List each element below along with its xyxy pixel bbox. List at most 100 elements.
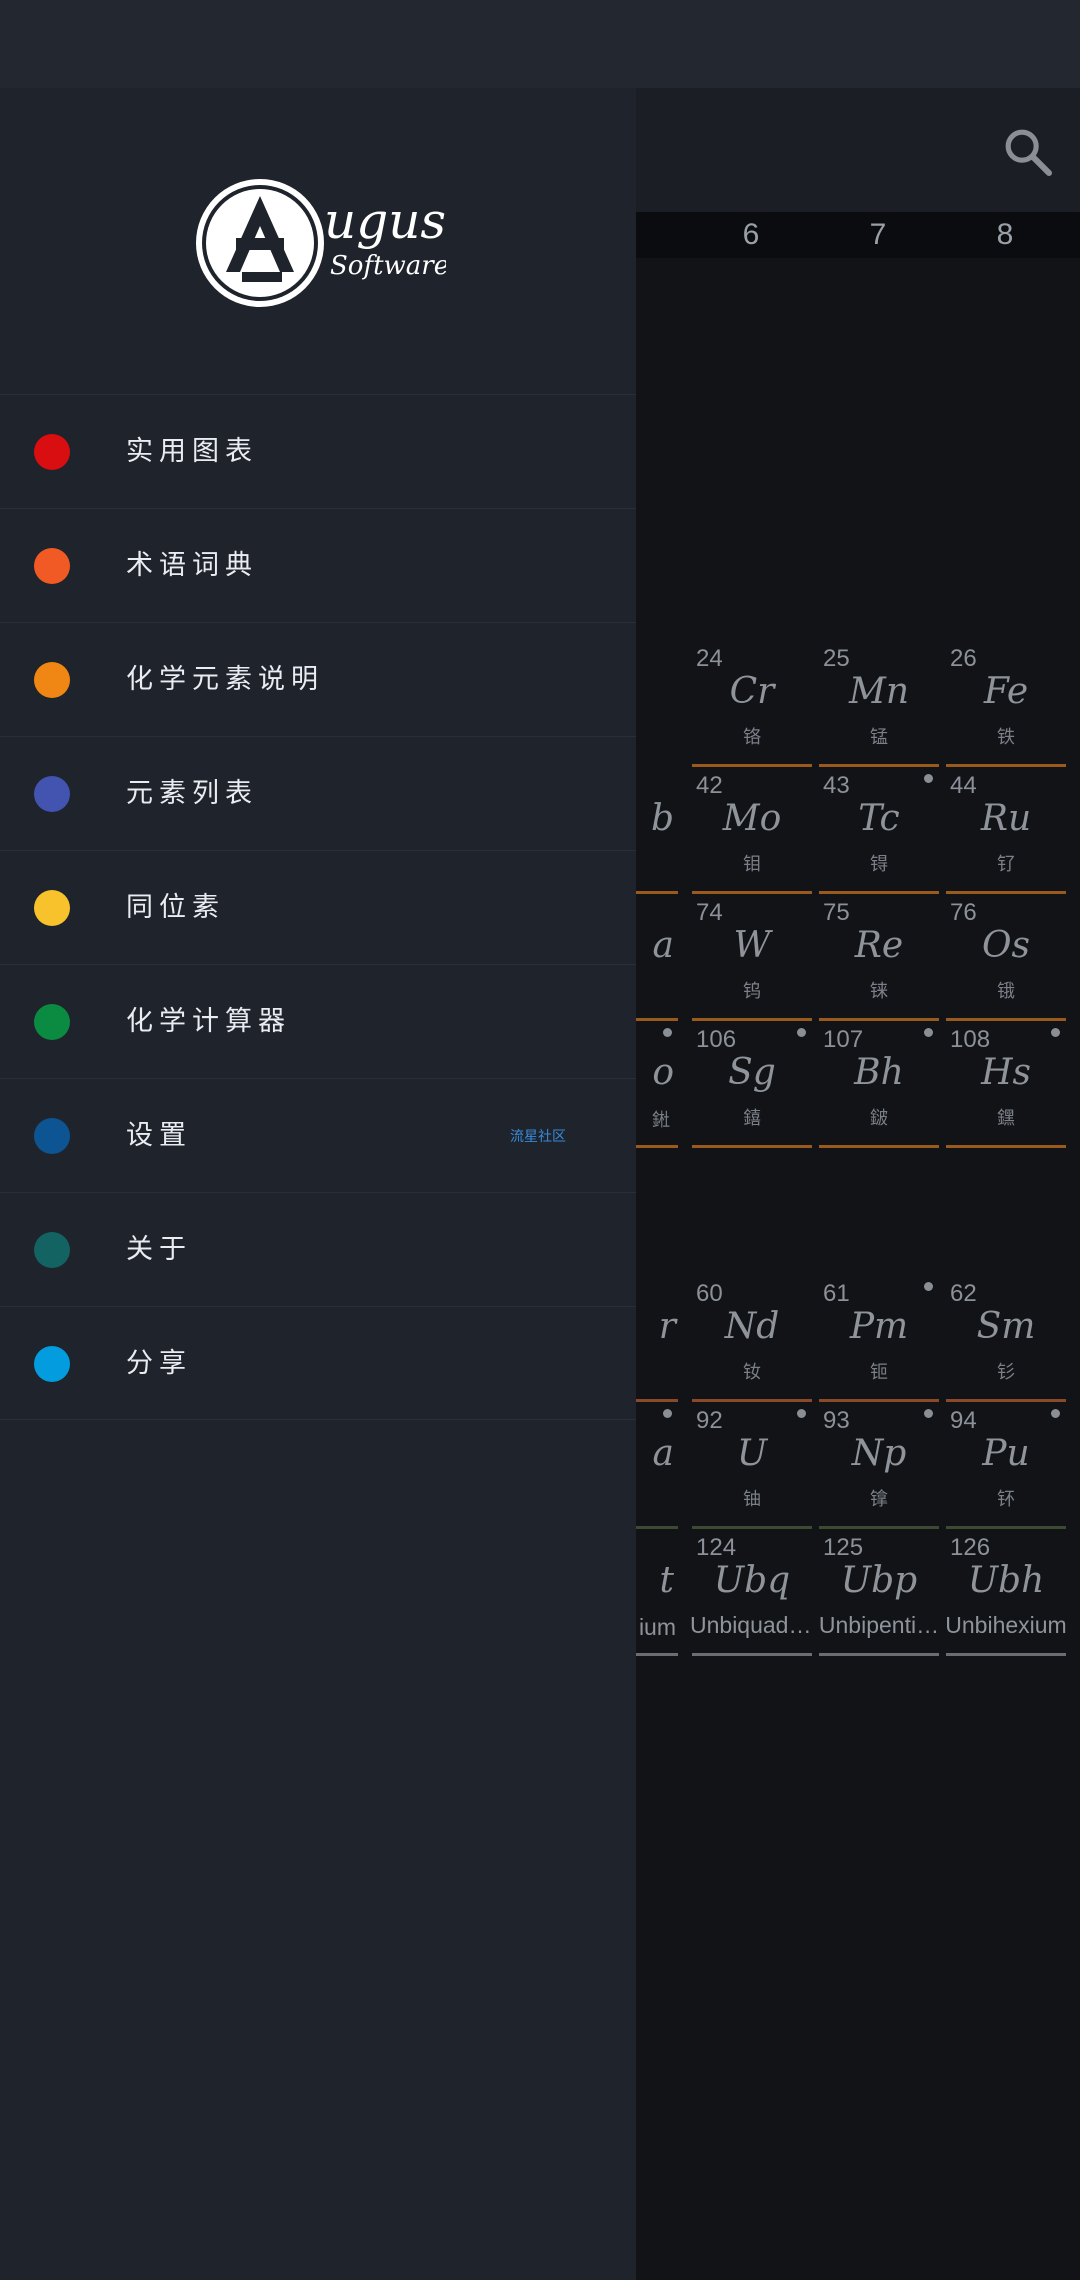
category-bar <box>946 1145 1066 1148</box>
category-bar <box>819 1018 939 1021</box>
element-cell[interactable]: 106 Sg 𨭎 <box>690 1024 814 1148</box>
periodic-table-area <box>636 258 1080 2280</box>
element-cell[interactable]: 60 Nd 钕 <box>690 1278 814 1402</box>
atomic-number: 93 <box>823 1407 850 1434</box>
element-name: 锝 <box>870 854 888 874</box>
element-symbol: a <box>652 1433 674 1474</box>
category-bar <box>636 1653 678 1656</box>
element-name: 铼 <box>870 981 888 1001</box>
element-name: 𨭆 <box>997 1108 1015 1128</box>
drawer-menu: 实用图表 术语词典 化学元素说明 元素列表 同位素 化学计算器 设置 流星社区 <box>0 394 636 1420</box>
menu-color-dot <box>34 1004 70 1040</box>
element-symbol: Nd <box>724 1306 780 1347</box>
atomic-number: 75 <box>823 899 850 926</box>
element-name: 钷 <box>870 1362 888 1382</box>
element-name: 𨭎 <box>743 1108 761 1128</box>
element-symbol: Ubh <box>967 1560 1045 1601</box>
element-cell[interactable]: 44 Ru 钌 <box>944 770 1068 894</box>
element-name: 钌 <box>997 854 1015 874</box>
menu-color-dot <box>34 890 70 926</box>
category-bar <box>692 764 812 767</box>
element-cell[interactable]: 125 Ubp Unbipenti… <box>817 1532 941 1656</box>
atomic-number: 25 <box>823 645 850 672</box>
atomic-number: 26 <box>950 645 977 672</box>
element-symbol: Hs <box>981 1052 1031 1093</box>
category-bar <box>692 1018 812 1021</box>
element-cell[interactable]: 94 Pu 钚 <box>944 1405 1068 1529</box>
element-cell[interactable]: 24 Cr 铬 <box>690 643 814 767</box>
element-symbol: U <box>736 1433 768 1474</box>
group-number: 8 <box>996 218 1014 251</box>
element-cell[interactable]: 126 Ubh Unbihexium <box>944 1532 1068 1656</box>
menu-item-element-description[interactable]: 化学元素说明 <box>0 622 636 736</box>
element-symbol: Sm <box>976 1306 1036 1347</box>
menu-color-dot <box>34 434 70 470</box>
community-badge[interactable]: 流星社区 <box>510 1079 566 1193</box>
element-cell[interactable]: 92 U 铀 <box>690 1405 814 1529</box>
element-symbol: Ru <box>980 798 1032 839</box>
menu-item-label: 设置 <box>126 1120 192 1151</box>
radioactive-dot <box>924 1028 933 1037</box>
category-bar <box>946 1399 1066 1402</box>
menu-item-element-list[interactable]: 元素列表 <box>0 736 636 850</box>
element-symbol: W <box>733 925 771 966</box>
element-symbol: Sg <box>728 1052 776 1093</box>
atomic-number: 107 <box>823 1026 864 1053</box>
category-bar <box>692 1526 812 1529</box>
element-cell[interactable]: 124 Ubq Unbiquadi… <box>690 1532 814 1656</box>
element-symbol: Ubp <box>840 1560 918 1601</box>
atomic-number: 60 <box>696 1280 723 1307</box>
element-cell[interactable]: 61 Pm 钷 <box>817 1278 941 1402</box>
element-name: 钐 <box>997 1362 1015 1382</box>
element-name: 铁 <box>997 727 1015 747</box>
element-symbol: Os <box>982 925 1030 966</box>
category-bar <box>692 1145 812 1148</box>
menu-item-about[interactable]: 关于 <box>0 1192 636 1306</box>
category-bar <box>636 1399 678 1402</box>
element-cell[interactable]: 107 Bh 𨨏 <box>817 1024 941 1148</box>
element-cell[interactable]: 108 Hs 𨭆 <box>944 1024 1068 1148</box>
element-cell-partial[interactable]: a <box>636 897 680 1021</box>
element-cell[interactable]: 62 Sm 钐 <box>944 1278 1068 1402</box>
element-cell[interactable]: 26 Fe 铁 <box>944 643 1068 767</box>
element-name: 钼 <box>743 854 761 874</box>
category-bar <box>636 891 678 894</box>
element-cell[interactable]: 76 Os 锇 <box>944 897 1068 1021</box>
search-icon[interactable] <box>1000 124 1056 180</box>
element-name: 𨨏 <box>870 1108 888 1128</box>
element-symbol: Mo <box>722 798 782 839</box>
element-cell[interactable]: 43 Tc 锝 <box>817 770 941 894</box>
element-name: 镎 <box>870 1489 888 1509</box>
group-number: 7 <box>869 218 887 251</box>
element-cell[interactable]: 75 Re 铼 <box>817 897 941 1021</box>
atomic-number: 62 <box>950 1280 977 1307</box>
element-cell-partial[interactable]: a <box>636 1405 680 1529</box>
element-cell-partial[interactable]: r <box>636 1278 680 1402</box>
menu-item-glossary[interactable]: 术语词典 <box>0 508 636 622</box>
atomic-number: 74 <box>696 899 723 926</box>
element-cell[interactable]: 42 Mo 钼 <box>690 770 814 894</box>
menu-item-share[interactable]: 分享 <box>0 1306 636 1420</box>
element-cell[interactable]: 93 Np 镎 <box>817 1405 941 1529</box>
menu-item-label: 关于 <box>126 1234 192 1265</box>
menu-item-calculator[interactable]: 化学计算器 <box>0 964 636 1078</box>
category-bar <box>946 764 1066 767</box>
element-cell[interactable]: 74 W 钨 <box>690 897 814 1021</box>
element-cell[interactable]: 25 Mn 锰 <box>817 643 941 767</box>
menu-item-isotopes[interactable]: 同位素 <box>0 850 636 964</box>
element-cell-partial[interactable]: b <box>636 770 680 894</box>
element-symbol: Cr <box>729 671 775 712</box>
element-symbol: Tc <box>858 798 900 839</box>
element-cell-partial[interactable]: t ium <box>636 1532 680 1656</box>
menu-item-settings[interactable]: 设置 流星社区 <box>0 1078 636 1192</box>
element-symbol: Bh <box>854 1052 904 1093</box>
category-bar <box>946 1018 1066 1021</box>
atomic-number: 106 <box>696 1026 737 1053</box>
element-name: Unbipenti… <box>818 1612 940 1638</box>
menu-item-charts[interactable]: 实用图表 <box>0 394 636 508</box>
element-cell-partial[interactable]: o 𨧀 <box>636 1024 680 1148</box>
element-symbol: Np <box>851 1433 907 1474</box>
element-symbol: Fe <box>983 671 1029 712</box>
atomic-number: 126 <box>950 1534 991 1561</box>
element-symbol: Pu <box>982 1433 1030 1474</box>
